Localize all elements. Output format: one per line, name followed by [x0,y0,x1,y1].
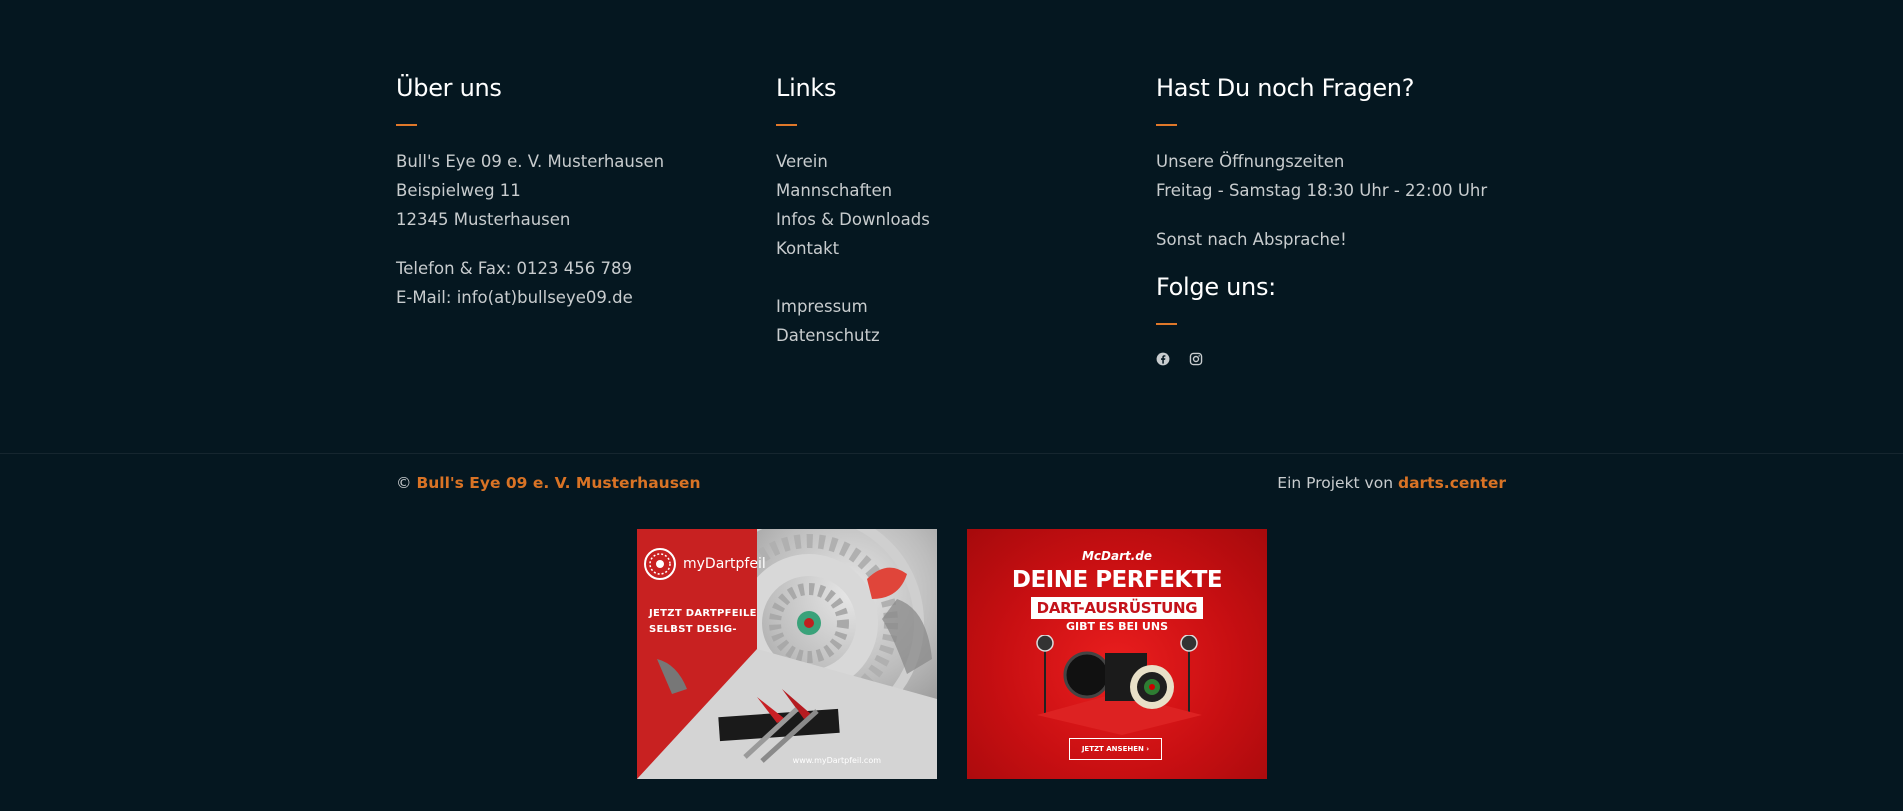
about-phone: Telefon & Fax: 0123 456 789 [396,259,633,278]
footer-divider [0,453,1903,454]
contact-note: Sonst nach Absprache! [1156,230,1347,249]
copyright-symbol: © [396,474,412,492]
club-home-link[interactable]: Bull's Eye 09 e. V. Musterhausen [416,474,700,492]
contact-column: Hast Du noch Fragen? Unsere Öffnungszeit… [1156,70,1516,366]
footer-widgets: Über uns Bull's Eye 09 e. V. Musterhause… [396,70,1506,390]
contact-title-underline [1156,124,1177,126]
mcdart-subhead: DART-AUSRÜSTUNG [1031,597,1203,619]
copyright: © Bull's Eye 09 e. V. Musterhausen [396,470,700,496]
link-datenschutz[interactable]: Datenschutz [776,321,1136,350]
credit-prefix: Ein Projekt von [1277,474,1394,492]
about-title-underline [396,124,417,126]
mydartpfeil-brand-name: myDartpfeil [683,556,766,572]
mcdart-headline: DEINE PERFEKTE [1011,567,1223,593]
dart-equipment-illustration [1036,635,1202,735]
dartboard-logo-icon [644,548,676,580]
opening-hours: Freitag - Samstag 18:30 Uhr - 22:00 Uhr [1156,181,1488,200]
about-city: 12345 Musterhausen [396,210,571,229]
tagline-line-1: JETZT DARTPFEILE [649,608,757,619]
social-links [1156,346,1516,366]
instagram-icon[interactable] [1189,346,1204,366]
link-verein[interactable]: Verein [776,147,1136,176]
footer-bottom-bar: © Bull's Eye 09 e. V. Musterhausen Ein P… [396,470,1506,496]
about-title: Über uns [396,74,502,102]
mydartpfeil-url: www.myDartpfeil.com [792,756,881,765]
mydartpfeil-tagline: JETZT DARTPFEILE SELBST DESIG- [649,606,757,638]
contact-title: Hast Du noch Fragen? [1156,74,1415,102]
link-infos-downloads[interactable]: Infos & Downloads [776,205,1136,234]
mydartpfeil-ad-banner[interactable]: myDartpfeil JETZT DARTPFEILE SELBST DESI… [637,529,937,779]
about-club-name: Bull's Eye 09 e. V. Musterhausen [396,152,665,171]
about-street: Beispielweg 11 [396,181,521,200]
follow-title: Folge uns: [1156,273,1276,301]
credit: Ein Projekt von darts.center [1277,470,1506,496]
tagline-line-2: SELBST DESIG- [649,624,737,635]
mcdart-small-line: GIBT ES BEI UNS [1066,620,1168,633]
mcdart-cta-button[interactable]: JETZT ANSEHEN › [1069,738,1162,760]
mcdart-logo: McDart.de [1081,549,1153,563]
links-title: Links [776,74,837,102]
opening-hours-label: Unsere Öffnungszeiten [1156,152,1345,171]
ad-product-area [637,649,937,779]
links-title-underline [776,124,797,126]
darts-center-link[interactable]: darts.center [1398,474,1506,492]
link-impressum[interactable]: Impressum [776,292,1136,321]
follow-title-underline [1156,323,1177,325]
links-column: Links Verein Mannschaften Infos & Downlo… [776,70,1136,350]
facebook-icon[interactable] [1156,346,1171,366]
about-column: Über uns Bull's Eye 09 e. V. Musterhause… [396,70,756,312]
mcdart-ad-banner[interactable]: McDart.de DEINE PERFEKTE DART-AUSRÜSTUNG… [967,529,1267,779]
about-email: E-Mail: info(at)bullseye09.de [396,288,633,307]
link-mannschaften[interactable]: Mannschaften [776,176,1136,205]
link-kontakt[interactable]: Kontakt [776,234,1136,263]
mydartpfeil-brand: myDartpfeil [643,547,766,581]
